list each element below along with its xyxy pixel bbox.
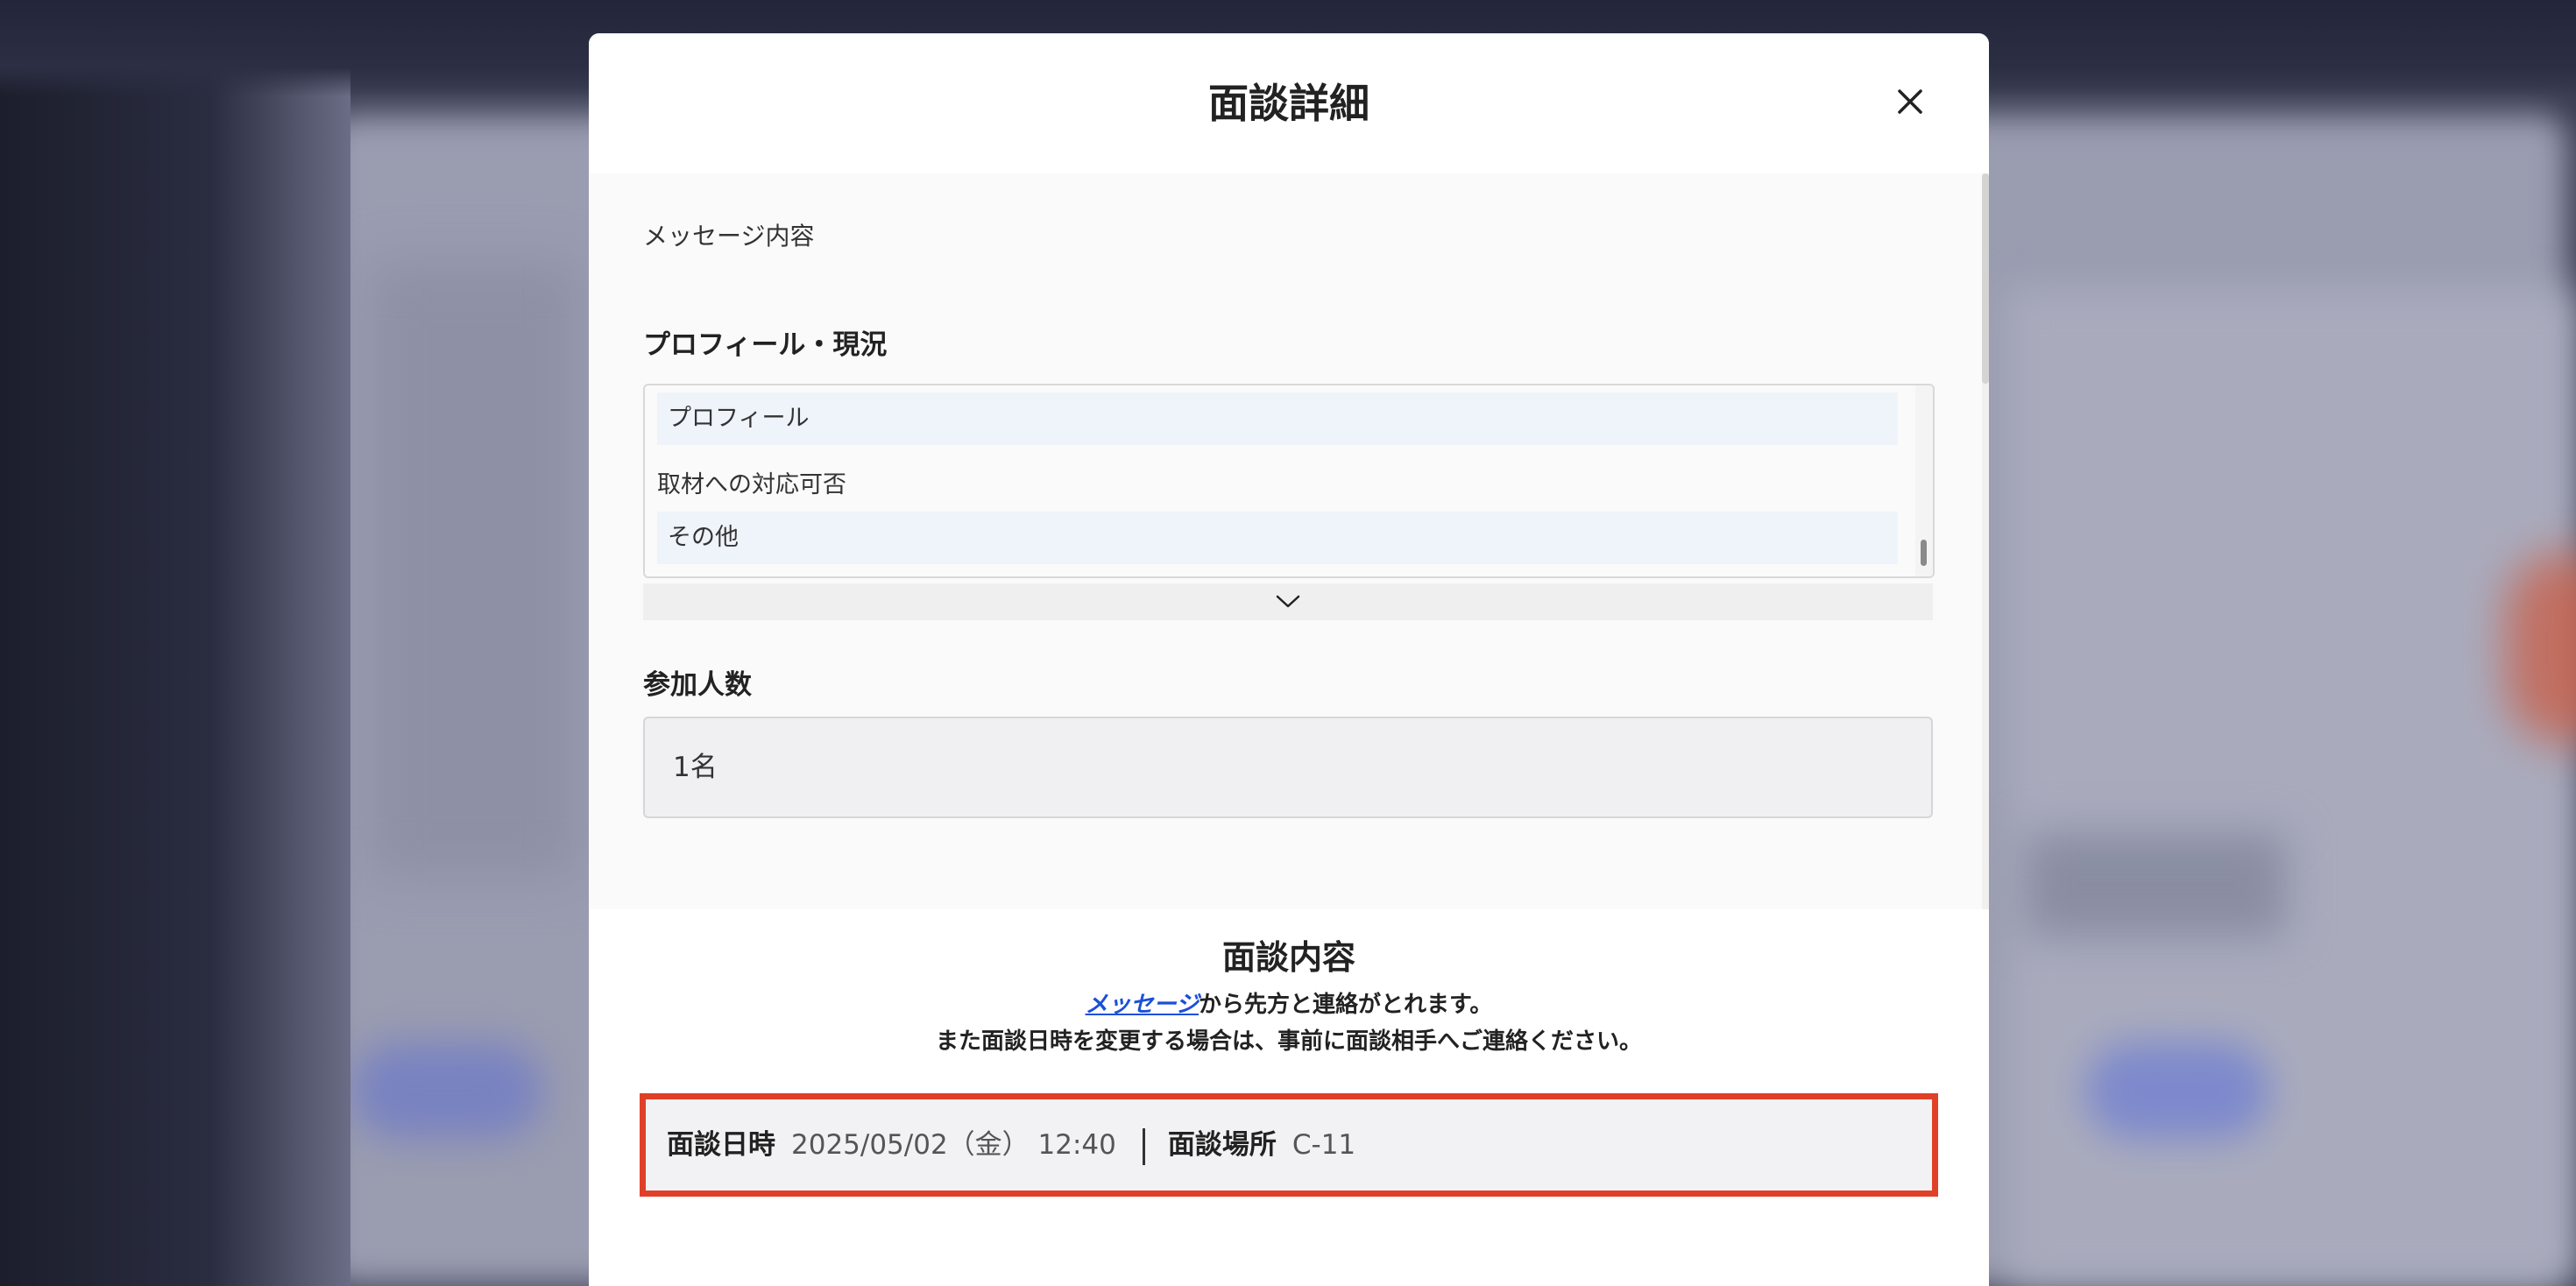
participants-heading: 参加人数 — [643, 669, 752, 701]
profile-list[interactable]: プロフィール 取材への対応可否 その他 — [643, 384, 1935, 578]
profile-heading: プロフィール・現況 — [643, 329, 888, 361]
background-blur-shape — [2024, 832, 2287, 937]
background-panel-right — [2006, 289, 2576, 1286]
profile-item: プロフィール — [657, 392, 1898, 445]
interview-content-line1: メッセージから先方と連絡がとれます。 — [589, 986, 1989, 1019]
profile-item: 取材への対応可否 — [657, 459, 1898, 512]
datetime-label: 面談日時 — [667, 1129, 775, 1161]
interview-detail-highlight: 面談日時 2025/05/02（金） 12:40 面談場所 C-11 — [640, 1093, 1938, 1197]
participants-count-field: 1名 — [643, 717, 1933, 818]
background-blur-shape — [368, 263, 578, 876]
profile-list-scrollbar-thumb[interactable] — [1921, 540, 1927, 566]
background-sidebar — [0, 0, 350, 1286]
close-button[interactable] — [1891, 82, 1929, 121]
interview-detail-row: 面談日時 2025/05/02（金） 12:40 面談場所 C-11 — [667, 1099, 1355, 1191]
interview-content-line1-text: から先方と連絡がとれます。 — [1199, 992, 1493, 1018]
profile-item: その他 — [657, 512, 1898, 564]
close-icon — [1898, 89, 1922, 114]
background-button-blurred — [2085, 1042, 2269, 1139]
datetime-value: 2025/05/02（金） 12:40 — [791, 1129, 1116, 1161]
profile-item-label: 取材への対応可否 — [657, 471, 846, 498]
chevron-down-icon — [1276, 595, 1300, 608]
message-link[interactable]: メッセージ — [1086, 992, 1199, 1018]
detail-divider — [1142, 1127, 1145, 1165]
modal-scrollbar-thumb[interactable] — [1982, 173, 1989, 384]
modal-header: 面談詳細 — [589, 33, 1989, 173]
background-button-blurred — [350, 1042, 543, 1139]
profile-item-label: プロフィール — [668, 405, 810, 432]
modal-title: 面談詳細 — [1208, 80, 1369, 127]
modal-bottom — [589, 1260, 1989, 1286]
interview-content-line2: また面談日時を変更する場合は、事前に面談相手へご連絡ください。 — [935, 1028, 1642, 1055]
location-value: C-11 — [1292, 1129, 1356, 1161]
location-label: 面談場所 — [1167, 1129, 1277, 1161]
interview-content-title: 面談内容 — [1221, 938, 1355, 977]
background-badge-blurred — [2506, 552, 2576, 745]
profile-item-label: その他 — [668, 524, 739, 551]
expand-profile-button[interactable] — [643, 583, 1933, 620]
message-content-label: メッセージ内容 — [643, 222, 815, 251]
interview-detail-modal: 面談詳細 メッセージ内容 プロフィール・現況 プロフィール 取材への対応可否 そ… — [589, 33, 1989, 1286]
